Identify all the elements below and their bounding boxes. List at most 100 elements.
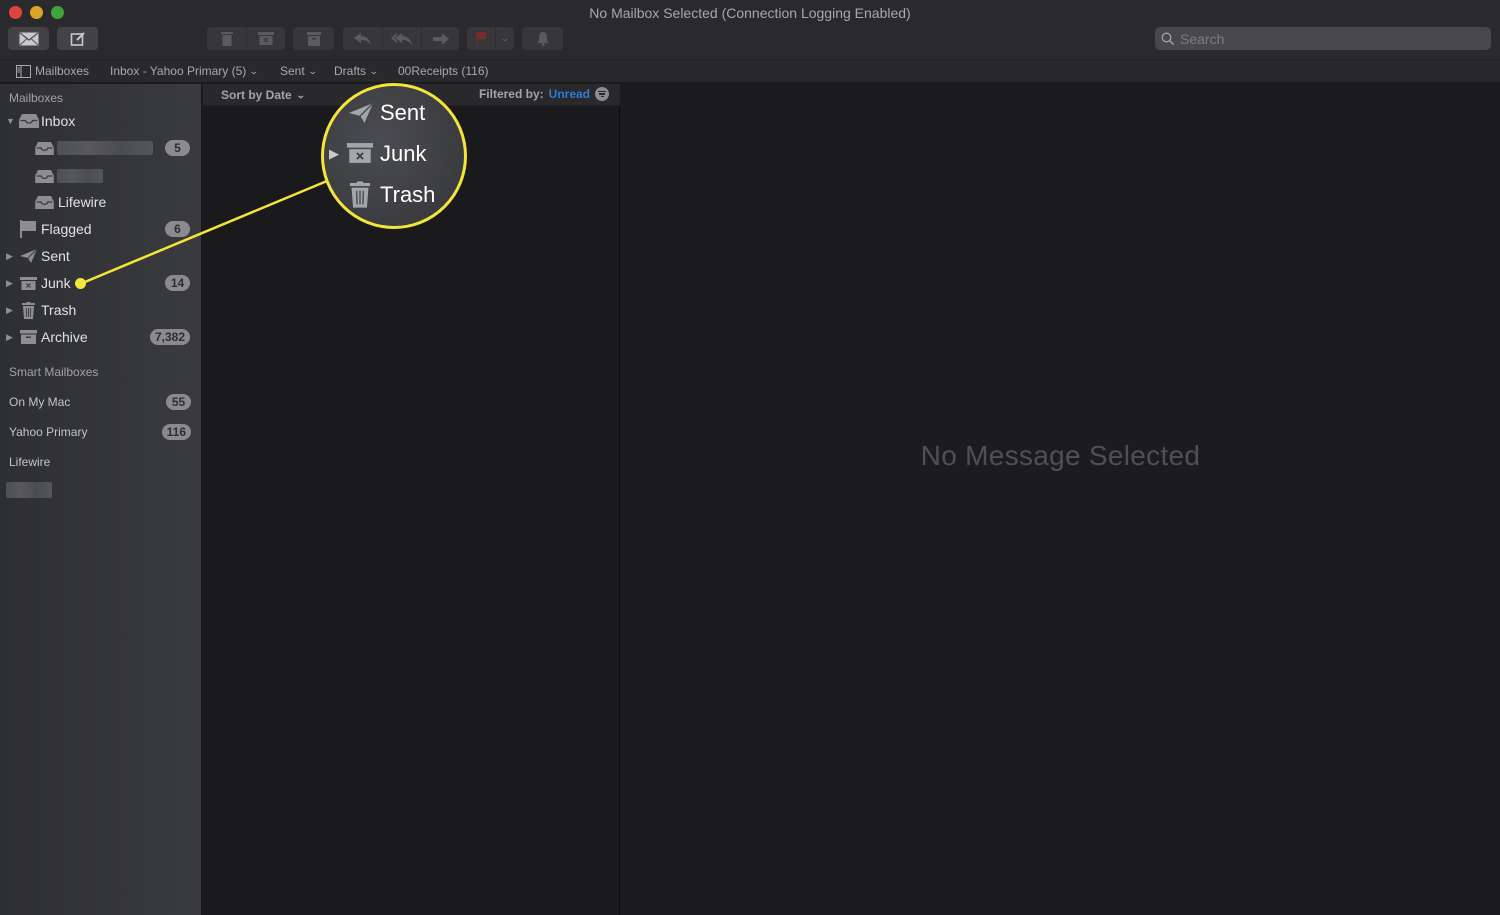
redacted-account-name: [57, 141, 153, 155]
get-mail-button[interactable]: [8, 27, 49, 50]
disclosure-collapsed-icon[interactable]: ▶: [6, 251, 13, 262]
compose-icon: [57, 27, 98, 50]
sidebar-label: Yahoo Primary: [9, 425, 88, 439]
sidebar-account-on-my-mac[interactable]: On My Mac 55: [9, 393, 194, 411]
notify-button[interactable]: [522, 27, 563, 50]
favorite-label: 00Receipts (116): [398, 64, 489, 78]
flag-button[interactable]: ⌄: [467, 27, 514, 50]
sort-label: Sort by Date: [221, 88, 292, 102]
reply-group: [343, 27, 459, 50]
sidebar-label: Trash: [41, 302, 77, 318]
junk-icon: [20, 276, 37, 290]
disclosure-collapsed-icon[interactable]: ▶: [6, 305, 13, 316]
callout-magnifier: Sent ▶ Junk Trash: [321, 83, 467, 229]
flag-icon: [20, 220, 36, 238]
search-icon: [1161, 32, 1174, 45]
sidebar-label: On My Mac: [9, 395, 71, 409]
callout-label: Trash: [380, 182, 436, 207]
trash-icon: [22, 301, 35, 319]
delete-junk-group: [207, 27, 285, 50]
favorites-bar: Mailboxes Inbox - Yahoo Primary (5) ⌄ Sen…: [0, 60, 1500, 83]
inbox-icon: [35, 169, 54, 183]
callout-row-junk: ▶ Junk: [324, 141, 464, 167]
envelope-icon: [8, 27, 49, 50]
trash-icon: [350, 181, 370, 208]
redacted-account-name: [57, 169, 103, 183]
paper-plane-icon: [349, 102, 373, 124]
window-title: No Mailbox Selected (Connection Logging …: [589, 5, 911, 21]
filter-control[interactable]: Filtered by: Unread: [479, 87, 609, 101]
reply-button[interactable]: [343, 27, 382, 50]
sidebar-item-inbox-account[interactable]: [0, 164, 202, 188]
junk-button[interactable]: [246, 27, 285, 50]
unread-badge: 55: [166, 394, 191, 410]
sort-menu[interactable]: Sort by Date ⌄: [221, 88, 306, 102]
disclosure-expanded-icon[interactable]: ▼: [6, 116, 15, 126]
callout-row-trash: Trash: [324, 181, 464, 209]
inbox-icon: [19, 114, 39, 128]
filter-icon[interactable]: [595, 87, 609, 101]
unread-badge: 5: [165, 140, 190, 156]
sidebar-item-inbox[interactable]: ▼ Inbox: [0, 109, 202, 133]
smart-mailboxes-heading[interactable]: Smart Mailboxes: [9, 365, 98, 379]
reply-all-button[interactable]: [382, 27, 421, 50]
sidebar-item-sent[interactable]: ▶ Sent: [0, 244, 202, 268]
disclosure-collapsed-icon[interactable]: ▶: [6, 278, 13, 289]
sidebar-account-yahoo-primary[interactable]: Yahoo Primary 116: [9, 423, 194, 441]
flag-icon: [467, 27, 495, 50]
reply-all-icon: [391, 32, 412, 45]
no-message-selected-text: No Message Selected: [920, 440, 1201, 471]
mailboxes-label: Mailboxes: [35, 64, 90, 78]
callout-label: Sent: [380, 100, 426, 125]
bell-icon: [522, 27, 563, 50]
filter-prefix: Filtered by:: [478, 87, 544, 101]
favorite-inbox-yahoo[interactable]: Inbox - Yahoo Primary (5) ⌄: [110, 64, 259, 78]
paper-plane-icon: [20, 249, 37, 263]
sidebar-label: Inbox: [41, 113, 76, 129]
trash-icon: [220, 32, 233, 46]
junk-icon: [347, 143, 373, 163]
inbox-icon: [35, 195, 54, 209]
sidebar-label: Flagged: [41, 221, 92, 237]
reply-icon: [353, 32, 371, 45]
callout-row-sent: Sent: [324, 100, 464, 126]
sidebar-account-lifewire[interactable]: Lifewire: [9, 453, 194, 471]
favorite-sent[interactable]: Sent ⌄: [280, 64, 318, 78]
forward-icon: [432, 32, 449, 45]
sidebar-item-inbox-lifewire[interactable]: Lifewire: [0, 190, 202, 214]
title-bar: No Mailbox Selected (Connection Logging …: [0, 0, 1500, 60]
compose-button[interactable]: [57, 27, 98, 50]
sidebar-item-trash[interactable]: ▶ Trash: [0, 298, 202, 322]
chevron-down-icon: ⌄: [295, 89, 306, 100]
sidebar: Mailboxes ▼ Inbox 5 Lifewire Flagged 6 ▶…: [0, 84, 202, 915]
sidebar-label: Lifewire: [58, 194, 107, 210]
sidebar-item-flagged[interactable]: Flagged 6: [0, 217, 202, 241]
filter-value[interactable]: Unread: [549, 87, 590, 101]
mailboxes-heading[interactable]: Mailboxes: [9, 91, 63, 105]
sidebar-item-inbox-account[interactable]: 5: [0, 136, 202, 160]
favorite-label: Inbox - Yahoo Primary (5): [110, 64, 247, 78]
callout-target-dot: [75, 278, 86, 289]
flag-menu-chevron-icon[interactable]: ⌄: [495, 27, 514, 50]
sidebar-item-archive[interactable]: ▶ Archive 7,382: [0, 325, 202, 349]
search-field[interactable]: [1155, 27, 1491, 50]
sidebar-item-junk[interactable]: ▶ Junk 14: [0, 271, 202, 295]
sidebar-label: Lifewire: [9, 455, 51, 469]
sidebar-icon: [16, 64, 31, 78]
delete-button[interactable]: [207, 27, 246, 50]
chevron-down-icon: ⌄: [307, 65, 318, 76]
mailboxes-toggle[interactable]: Mailboxes: [16, 64, 89, 78]
archive-button[interactable]: [293, 27, 334, 50]
favorite-drafts[interactable]: Drafts ⌄: [334, 64, 379, 78]
unread-badge: 7,382: [149, 329, 190, 345]
favorite-receipts[interactable]: 00Receipts (116): [398, 64, 489, 78]
inbox-icon: [35, 141, 54, 155]
junk-icon: [258, 32, 274, 45]
disclosure-collapsed-icon[interactable]: ▶: [6, 332, 13, 343]
search-input[interactable]: [1180, 30, 1480, 47]
chevron-down-icon: ⌄: [368, 65, 379, 76]
reading-pane: No Message Selected: [621, 84, 1500, 915]
sidebar-label: Junk: [41, 275, 71, 291]
forward-button[interactable]: [421, 27, 459, 50]
callout-label: Junk: [380, 141, 427, 166]
